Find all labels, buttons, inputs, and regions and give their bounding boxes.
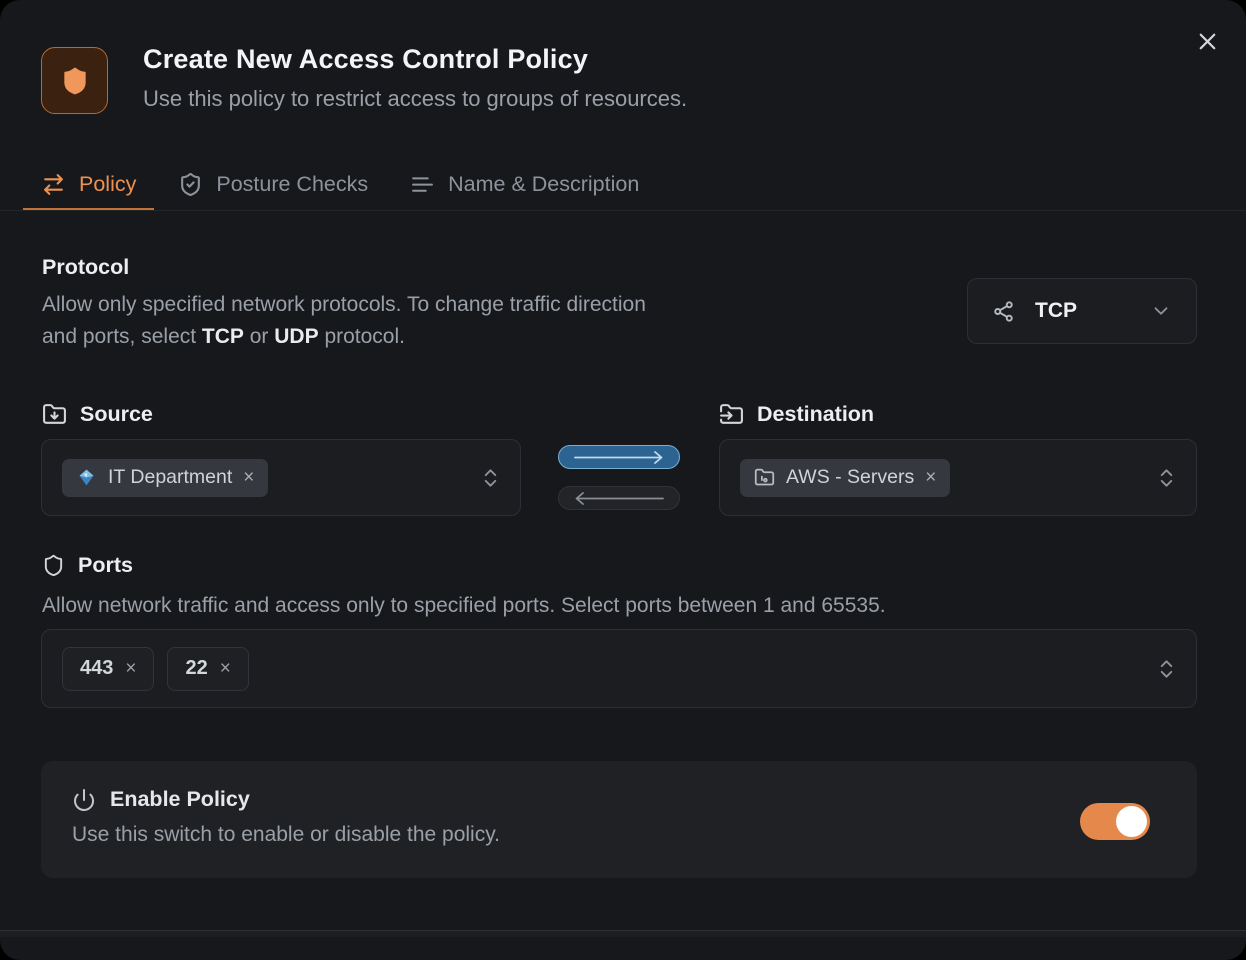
port-tag-label: 443 [80, 657, 113, 680]
tab-bar: Policy Posture Checks Name & Description [23, 160, 657, 211]
enable-policy-heading: Enable Policy [72, 787, 250, 812]
tab-label: Policy [79, 172, 136, 197]
port-tag: 22 × [167, 647, 248, 691]
protocol-select[interactable]: TCP [967, 278, 1197, 344]
folder-down-icon [42, 402, 67, 427]
modal-title: Create New Access Control Policy [143, 44, 588, 75]
chevrons-up-down-icon[interactable] [1155, 466, 1178, 489]
tab-name-description[interactable]: Name & Description [392, 160, 657, 211]
direction-left-button[interactable] [558, 486, 680, 510]
create-policy-modal: Create New Access Control Policy Use thi… [0, 0, 1246, 960]
shield-icon [59, 65, 91, 97]
chevrons-up-down-icon[interactable] [479, 466, 502, 489]
protocol-description: Allow only specified network protocols. … [42, 289, 662, 353]
shield-check-icon [178, 172, 203, 197]
ports-description: Allow network traffic and access only to… [42, 590, 886, 622]
folder-input-icon [719, 402, 744, 427]
source-tag-label: IT Department [108, 466, 232, 489]
modal-subtitle: Use this policy to restrict access to gr… [143, 86, 687, 112]
protocol-heading: Protocol [42, 255, 682, 280]
direction-right-button[interactable] [558, 445, 680, 469]
enable-policy-label: Enable Policy [110, 787, 250, 812]
protocol-section: Protocol Allow only specified network pr… [42, 255, 682, 353]
power-icon [72, 788, 96, 812]
source-select[interactable]: IT Department × [41, 439, 521, 516]
port-tag-label: 22 [185, 657, 207, 680]
source-heading-label: Source [80, 402, 153, 427]
traffic-direction-controls [558, 445, 680, 510]
shield-outline-icon [42, 554, 65, 577]
tab-posture-checks[interactable]: Posture Checks [160, 160, 386, 211]
close-button[interactable] [1192, 26, 1222, 56]
remove-tag-icon[interactable]: × [220, 659, 231, 678]
source-heading: Source [42, 402, 153, 427]
enable-policy-toggle[interactable] [1080, 803, 1150, 840]
protocol-value: TCP [1035, 299, 1077, 323]
remove-tag-icon[interactable]: × [243, 468, 254, 487]
folder-resource-icon [754, 467, 775, 488]
arrow-right-icon [571, 450, 667, 465]
destination-heading-label: Destination [757, 402, 874, 427]
remove-tag-icon[interactable]: × [925, 468, 936, 487]
port-tag: 443 × [62, 647, 154, 691]
tab-label: Posture Checks [216, 172, 368, 197]
destination-tag: AWS - Servers × [740, 459, 950, 497]
enable-policy-description: Use this switch to enable or disable the… [72, 823, 500, 847]
ports-select[interactable]: 443 × 22 × [41, 629, 1197, 708]
destination-select[interactable]: AWS - Servers × [719, 439, 1197, 516]
policy-shield-badge [41, 47, 108, 114]
text-lines-icon [410, 172, 435, 197]
share-nodes-icon [992, 300, 1015, 323]
ports-heading-label: Ports [78, 553, 133, 578]
toggle-knob [1116, 806, 1147, 837]
tab-policy[interactable]: Policy [23, 160, 154, 211]
destination-tag-label: AWS - Servers [786, 466, 914, 489]
destination-heading: Destination [719, 402, 874, 427]
chevrons-up-down-icon[interactable] [1155, 657, 1178, 680]
close-icon [1194, 28, 1221, 55]
chevron-down-icon [1150, 300, 1172, 322]
tab-label: Name & Description [448, 172, 639, 197]
tabs-divider [0, 210, 1246, 211]
source-tag: IT Department × [62, 459, 268, 497]
arrows-right-left-icon [41, 172, 66, 197]
arrow-left-icon [571, 491, 667, 506]
enable-policy-card: Enable Policy Use this switch to enable … [41, 761, 1197, 878]
group-gem-icon [76, 467, 97, 488]
remove-tag-icon[interactable]: × [125, 659, 136, 678]
ports-heading: Ports [42, 553, 133, 578]
footer-bar [0, 931, 1246, 937]
